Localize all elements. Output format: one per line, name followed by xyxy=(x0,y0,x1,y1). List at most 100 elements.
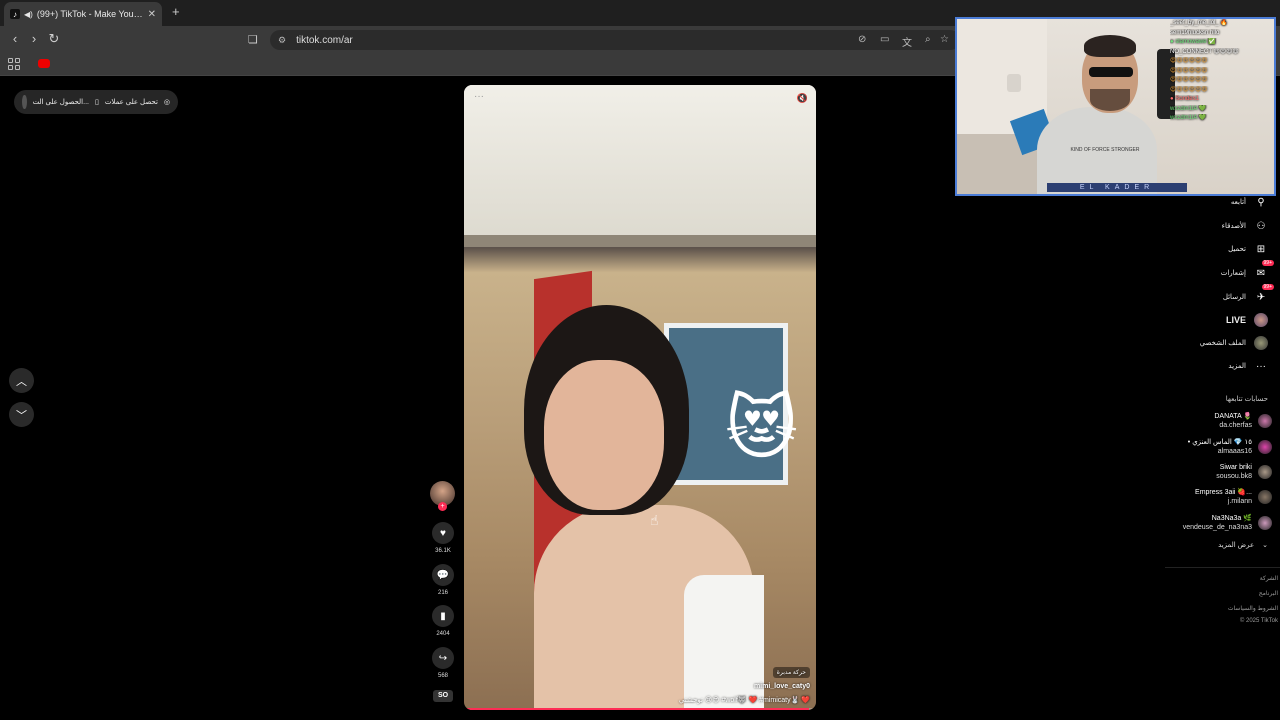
see-more-button[interactable]: عرض المزيد ⌄ xyxy=(1218,541,1268,549)
close-tab-icon[interactable]: ✕ xyxy=(148,9,156,20)
user-avatar xyxy=(22,95,27,109)
get-coins-label: تحصل على عملات xyxy=(104,99,158,106)
video-author[interactable]: mimi_love_caty0 xyxy=(510,683,810,690)
previous-video-button[interactable]: ︿ xyxy=(9,368,34,393)
music-disc-icon[interactable]: SO xyxy=(433,690,453,702)
like-action[interactable]: ♥ 36.1K xyxy=(428,522,458,554)
browser-tab-tiktok[interactable]: ♪ ◀) (99+) TikTok - Make Your Day ✕ xyxy=(4,2,162,26)
avatar xyxy=(1254,336,1268,350)
chat-line: wxzdm1lA 💚 xyxy=(1170,115,1207,121)
save-action[interactable]: ▮ 2404 xyxy=(428,605,458,637)
avatar xyxy=(1258,490,1272,504)
follow-plus-icon[interactable]: + xyxy=(438,502,447,511)
sidebar-item-profile[interactable]: الملف الشخصي xyxy=(1200,336,1268,350)
friends-icon-glyph: ⚇ xyxy=(1256,220,1266,232)
footer-link[interactable]: الشركة xyxy=(1260,575,1278,582)
youtube-bookmark-icon[interactable] xyxy=(38,59,50,68)
coins-banner[interactable]: الحصول على الت... ▯ تحصل على عملات ◎ xyxy=(14,90,178,114)
sunglasses xyxy=(1089,67,1133,77)
account-handle: da.cherfas xyxy=(1219,422,1252,429)
footer-link[interactable]: البرنامج xyxy=(1259,590,1278,597)
video-caption-text: توحشتي 😢😍 #wolf🐺 ❤️ #mimicaty🐰 ❤️ xyxy=(678,697,810,704)
avatar xyxy=(1258,516,1272,530)
sidebar-item-follow[interactable]: أتابعه ⚲ xyxy=(1231,195,1268,209)
sidebar-item-more[interactable]: المزيد ··· xyxy=(1228,359,1268,373)
messages-icon-glyph: ✈ xyxy=(1256,291,1266,303)
sidebar-item-label: إشعارات xyxy=(1220,270,1246,277)
chat-line: 😍😍😍😍😍😍 xyxy=(1170,86,1208,93)
account-handle: vendeuse_de_na3na3 xyxy=(1182,524,1252,531)
comment-icon[interactable]: 💬 xyxy=(432,564,454,586)
footer-link[interactable]: الشروط والسياسات xyxy=(1228,605,1278,612)
bookmark-icon[interactable]: ❏ xyxy=(248,33,258,46)
chat-line: _seef_by_me_lol_ 🔥 xyxy=(1170,20,1228,26)
account-handle: almaaas16 xyxy=(1217,448,1252,455)
heart-icon[interactable]: ♥ xyxy=(432,522,454,544)
account-name: Empress 3aii 🍓... xyxy=(1195,489,1252,496)
comment-action[interactable]: 💬 216 xyxy=(428,564,458,596)
phone-icon: ▯ xyxy=(94,99,99,106)
following-account[interactable]: DANATA 🌷 da.cherfas xyxy=(1214,412,1272,430)
upload-icon-glyph: ⊞ xyxy=(1256,243,1266,255)
following-account[interactable]: Siwar briki sousou.bk8 xyxy=(1216,463,1272,481)
live-icon xyxy=(1254,313,1268,327)
star-icon[interactable]: ☆ xyxy=(940,34,949,45)
streamer-webcam-overlay: KIND OF FORCE STRONGER _seef_by_me_lol_ … xyxy=(955,17,1276,196)
sidebar-item-live[interactable]: LIVE xyxy=(1226,313,1268,327)
chat-line: 😍😍😍😍😍😍 xyxy=(1170,77,1208,83)
translate-icon[interactable]: 文 xyxy=(902,34,912,49)
following-account[interactable]: Na3Na3a 🌿 vendeuse_de_na3na3 xyxy=(1183,514,1272,532)
site-info-icon[interactable]: ⚙ xyxy=(278,35,286,46)
no-tracking-icon[interactable]: ⊘ xyxy=(858,34,866,45)
heart-eyes-cat-sticker: 😻 xyxy=(725,388,798,467)
chevron-down-icon: ⌄ xyxy=(1262,542,1268,549)
sidebar-item-label: المزيد xyxy=(1228,363,1246,370)
account-name: Na3Na3a 🌿 xyxy=(1211,515,1252,522)
share-action[interactable]: ↪ 568 xyxy=(428,647,458,679)
live-chat-overlay: _seef_by_me_lol_ 🔥 sem19hlucksn hllo ● sla… xyxy=(1170,19,1270,124)
apps-grid-icon[interactable] xyxy=(8,58,20,70)
bookmark-save-icon[interactable]: ▮ xyxy=(432,605,454,627)
cast-icon[interactable]: ▭ xyxy=(880,34,889,45)
screen: ♪ ◀) (99+) TikTok - Make Your Day ✕ + ‹ … xyxy=(0,0,1280,720)
video-caption: حركة مدبرة mimi_love_caty0 توحشتي 😢😍 #wo… xyxy=(510,667,810,704)
save-count: 2404 xyxy=(436,631,450,637)
sidebar-item-label: أتابعه xyxy=(1230,199,1246,206)
sidebar-item-inbox[interactable]: إشعارات ✉ 99+ xyxy=(1220,260,1274,280)
sidebar-item-label: LIVE xyxy=(1225,315,1246,325)
speaker-icon: ◀) xyxy=(24,9,33,19)
video-more-icon[interactable]: ··· xyxy=(474,91,484,102)
sidebar-item-label: تحميل xyxy=(1228,246,1246,253)
volume-icon[interactable]: 🔇 xyxy=(797,93,808,104)
video-progress-bar[interactable] xyxy=(464,708,816,710)
forward-icon[interactable]: › xyxy=(26,31,42,46)
video-scene-ceiling xyxy=(464,85,816,245)
friends-icon: ⚇ xyxy=(1254,219,1268,233)
follow-icon-glyph: ⚲ xyxy=(1257,196,1265,208)
streamer-name-banner: EL KADER xyxy=(1047,183,1187,192)
footer-link[interactable]: © 2025 TikTok xyxy=(1240,618,1278,624)
shirt-text: KIND OF FORCE STRONGER xyxy=(1070,147,1140,153)
tiktok-favicon-icon: ♪ xyxy=(10,9,20,19)
avatar xyxy=(1258,414,1272,428)
video-tag-label: حركة مدبرة xyxy=(772,667,810,678)
account-name: DANATA 🌷 xyxy=(1214,413,1252,420)
divider xyxy=(1165,567,1280,568)
new-tab-button[interactable]: + xyxy=(172,4,180,19)
following-account[interactable]: Empress 3aii 🍓... j.milann xyxy=(1195,488,1272,506)
share-icon[interactable]: ↪ xyxy=(432,647,454,669)
chat-line: 😍😍😍😍😍😍 xyxy=(1170,58,1208,64)
reload-icon[interactable]: ↻ xyxy=(46,31,62,47)
upload-icon: ⊞ xyxy=(1254,242,1268,256)
video-player[interactable]: 😻 ··· 🔇 حركة مدبرة mimi_love_caty0 توحشت… xyxy=(464,85,816,710)
sidebar-item-upload[interactable]: تحميل ⊞ xyxy=(1228,242,1268,256)
following-heading: حسابات تتابعها xyxy=(1225,396,1268,403)
next-video-button[interactable]: ﹀ xyxy=(9,402,34,427)
comment-count: 216 xyxy=(437,590,448,596)
following-account[interactable]: • ١٥ 💎 الماس العنزي almaaas16 xyxy=(1188,438,1272,456)
sidebar-item-messages[interactable]: الرسائل ✈ 99+ xyxy=(1223,284,1274,304)
zoom-icon[interactable]: ⌕ xyxy=(925,34,931,45)
sidebar-item-friends[interactable]: الأصدقاء ⚇ xyxy=(1222,219,1268,233)
back-icon[interactable]: ‹ xyxy=(7,31,23,46)
address-bar[interactable]: ⚙ tiktok.com/ar xyxy=(270,30,960,50)
